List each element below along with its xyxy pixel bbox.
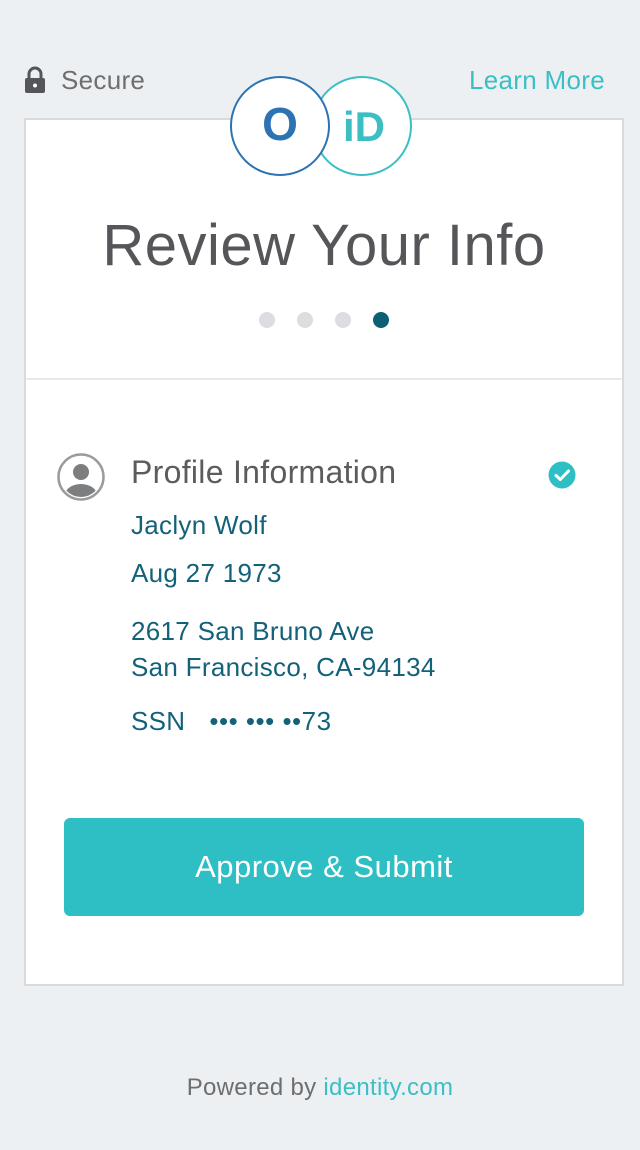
step-indicator	[26, 312, 622, 328]
o-logo: O	[230, 76, 330, 176]
step-dot-4-active	[373, 312, 389, 328]
step-dot-3	[335, 312, 351, 328]
profile-dob: Aug 27 1973	[131, 558, 282, 588]
ssn-label: SSN	[131, 706, 186, 736]
page: Secure Learn More Review Your Info Profi…	[0, 0, 640, 1150]
step-dot-1	[259, 312, 275, 328]
footer: Powered by identity.com	[0, 1074, 640, 1102]
secure-indicator: Secure	[24, 64, 145, 96]
learn-more-link[interactable]: Learn More	[469, 64, 605, 96]
brand-logos: O iD	[230, 76, 412, 176]
profile-name: Jaclyn Wolf	[131, 510, 267, 540]
ssn-value: ••• ••• ••73	[209, 706, 332, 736]
secure-label: Secure	[61, 64, 146, 95]
profile-ssn: SSN ••• ••• ••73	[131, 706, 332, 737]
profile-address-line1: 2617 San Bruno Ave	[131, 616, 375, 646]
profile-section-title: Profile Information	[131, 454, 397, 490]
review-card: Review Your Info Profile Information Jac…	[24, 118, 624, 986]
approve-submit-button[interactable]: Approve & Submit	[64, 818, 584, 916]
powered-by-label: Powered by	[186, 1074, 324, 1101]
id-logo-text: iD	[343, 103, 385, 150]
step-dot-2	[297, 312, 313, 328]
o-logo-text: O	[262, 98, 298, 150]
o-logo-mark: O	[262, 98, 298, 150]
identity-link[interactable]: identity.com	[323, 1074, 453, 1101]
user-avatar-icon	[57, 453, 105, 501]
lock-icon	[25, 66, 45, 93]
check-circle-icon	[548, 461, 576, 489]
page-title: Review Your Info	[102, 213, 546, 278]
profile-address-line2: San Francisco, CA-94134	[131, 652, 436, 682]
